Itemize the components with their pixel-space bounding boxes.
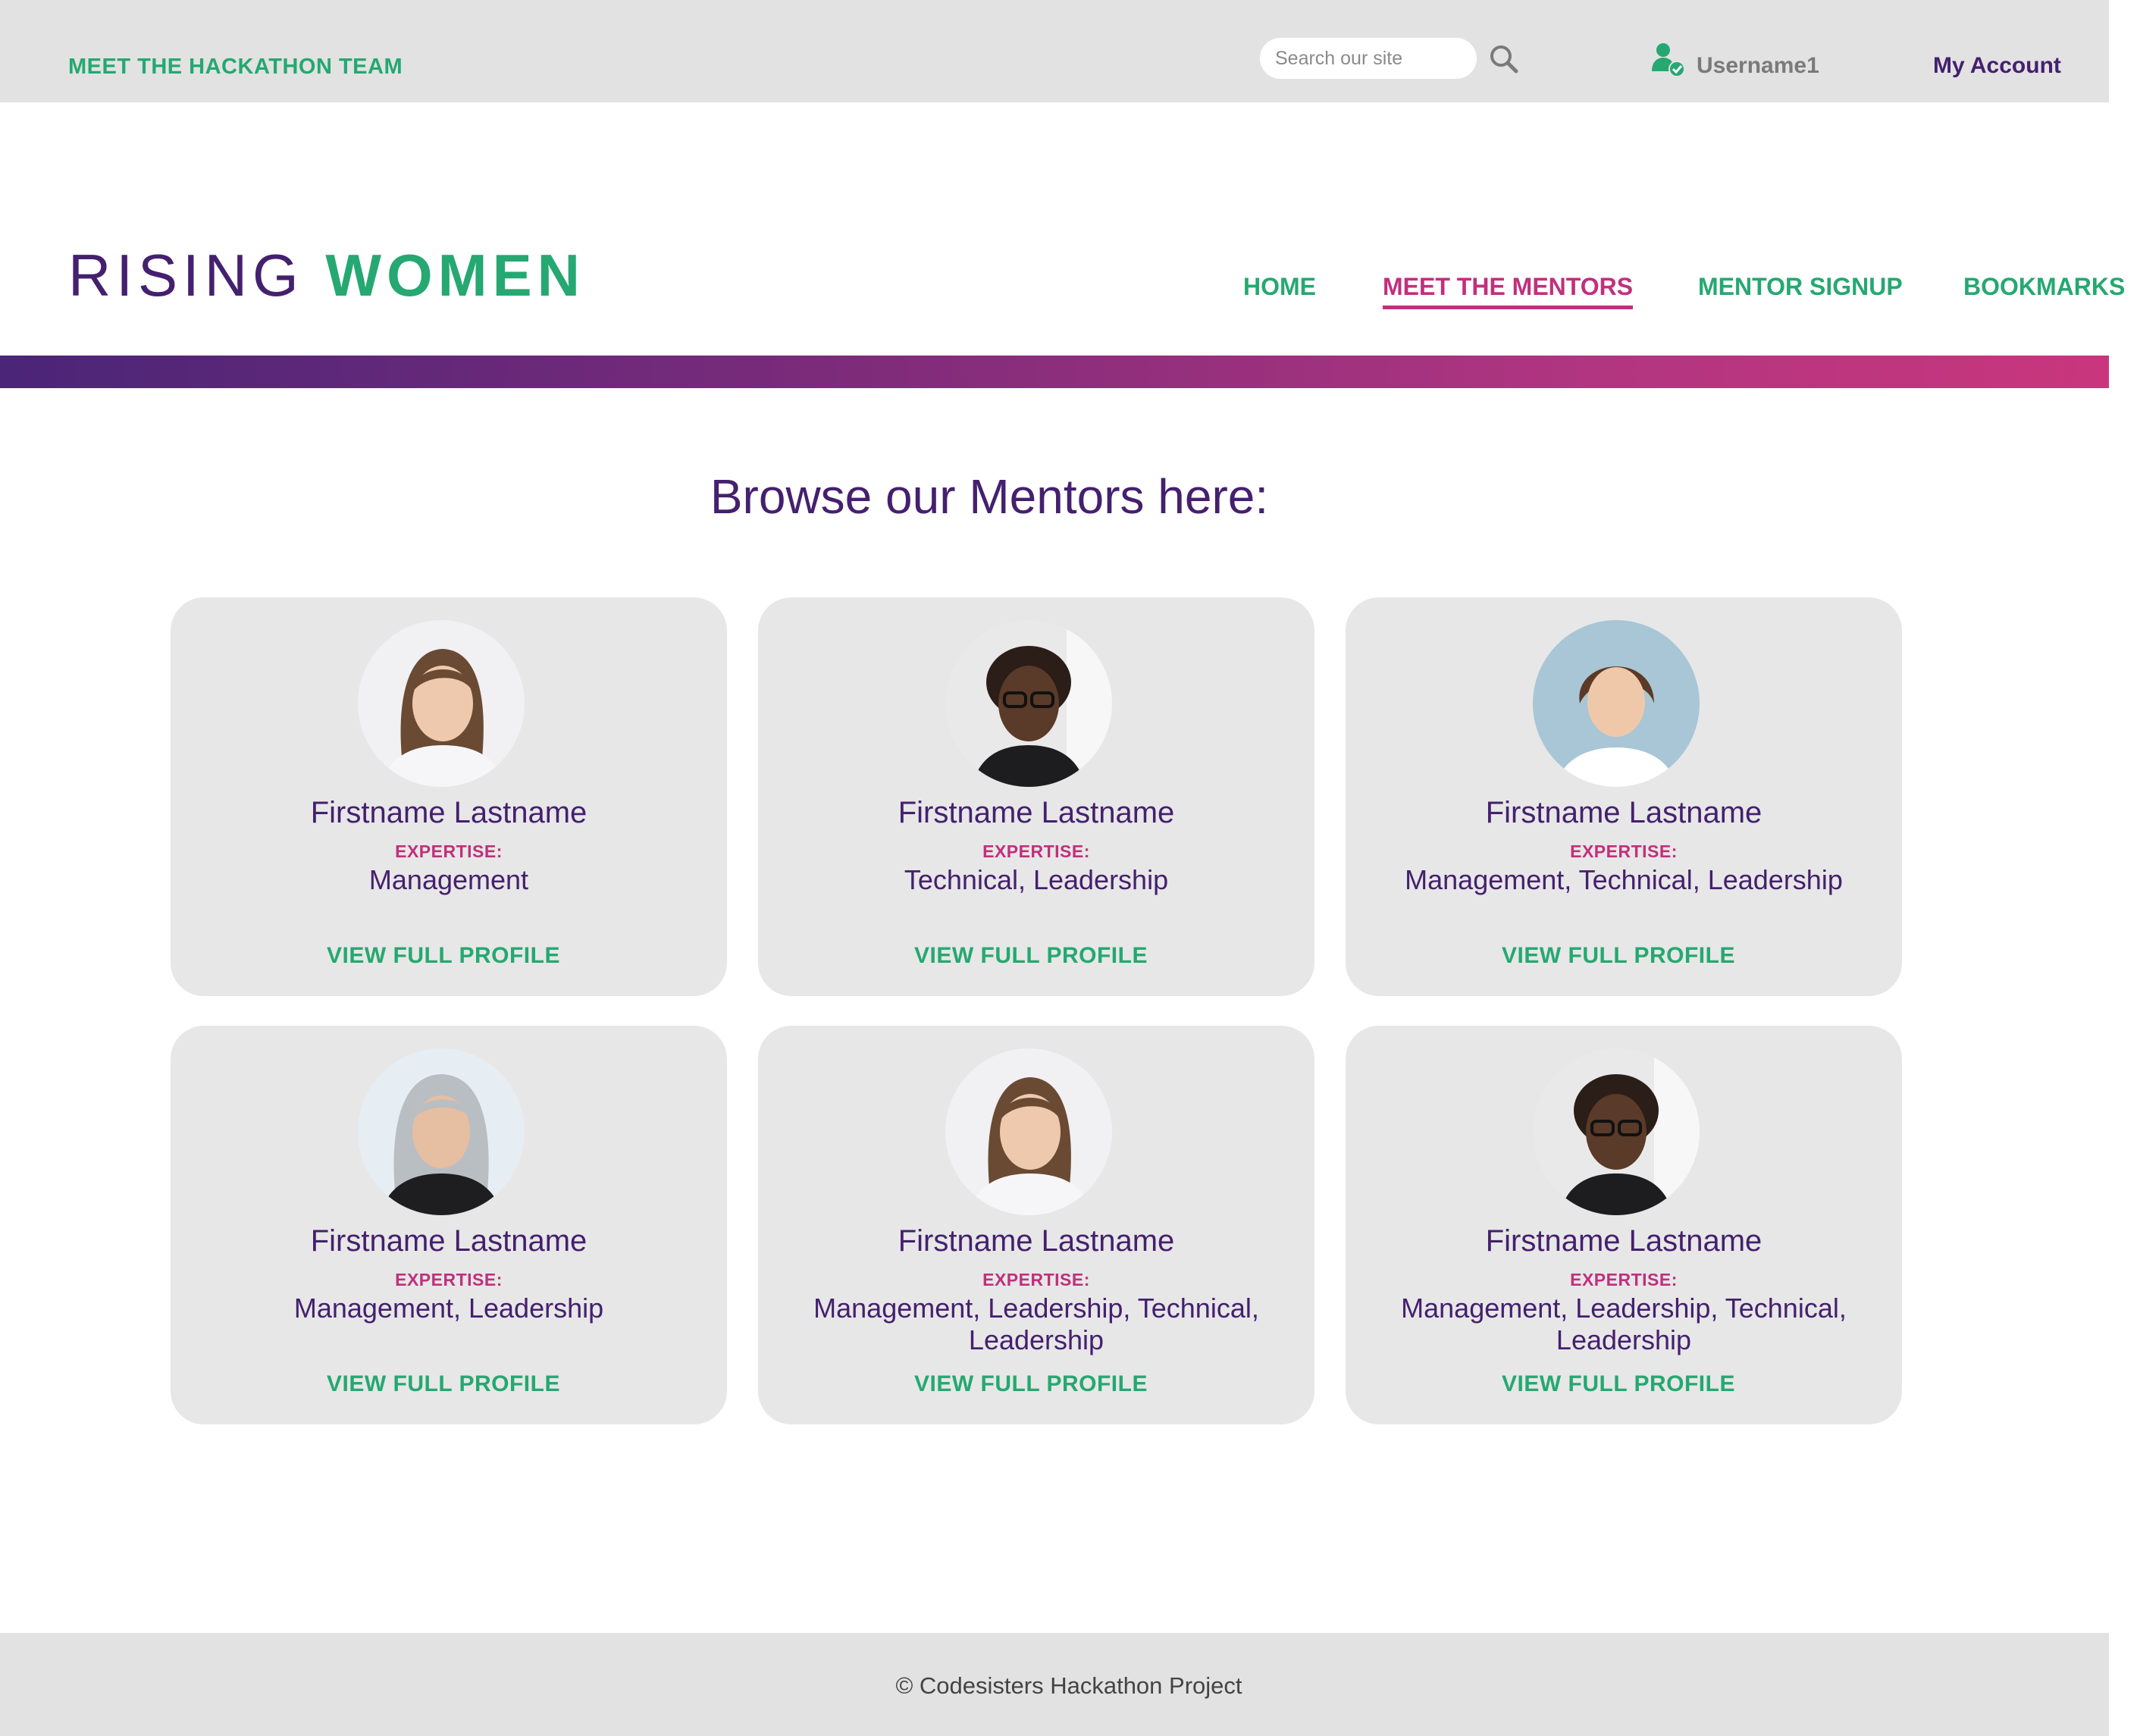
nav-meet-the-mentors[interactable]: MEET THE MENTORS <box>1383 273 1634 309</box>
expertise-label: EXPERTISE: <box>982 1270 1090 1289</box>
mentor-card: Firstname Lastname EXPERTISE: Management… <box>758 1026 1314 1424</box>
expertise-label: EXPERTISE: <box>395 841 503 861</box>
expertise-value: Technical, Leadership <box>904 864 1169 895</box>
expertise-label: EXPERTISE: <box>1570 841 1678 861</box>
mentor-name: Firstname Lastname <box>310 796 587 829</box>
mentor-name: Firstname Lastname <box>898 796 1175 829</box>
expertise-value: Management, Leadership <box>293 1293 604 1324</box>
logo-word-rising: RISING <box>68 242 304 309</box>
search-input[interactable] <box>1260 38 1477 79</box>
mentor-avatar[interactable] <box>1533 1048 1700 1215</box>
nav-bookmarks[interactable]: BOOKMARKS <box>1963 273 2125 301</box>
my-account-link[interactable]: My Account <box>1933 53 2061 79</box>
user-verified-icon <box>1650 41 1687 79</box>
site-logo[interactable]: RISING WOMEN <box>68 241 585 310</box>
mentor-card: Firstname Lastname EXPERTISE: Technical,… <box>758 597 1314 996</box>
mentor-card: Firstname Lastname EXPERTISE: Management… <box>1346 597 1902 996</box>
mentor-card: Firstname Lastname EXPERTISE: Management… <box>171 597 727 996</box>
logo-word-women: WOMEN <box>325 242 585 309</box>
mentor-name: Firstname Lastname <box>1485 796 1762 829</box>
mentor-avatar[interactable] <box>945 1048 1112 1215</box>
mentor-name: Firstname Lastname <box>1485 1224 1762 1258</box>
mentor-avatar[interactable] <box>1533 620 1700 787</box>
view-full-profile-link[interactable]: VIEW FULL PROFILE <box>758 1371 1304 1397</box>
page-heading: Browse our Mentors here: <box>710 469 1269 524</box>
gradient-divider <box>0 356 2109 388</box>
view-full-profile-link[interactable]: VIEW FULL PROFILE <box>1346 943 1891 969</box>
mentor-avatar[interactable] <box>358 1048 525 1215</box>
meet-hackathon-team-link[interactable]: MEET THE HACKATHON TEAM <box>68 55 403 80</box>
nav-home[interactable]: HOME <box>1243 273 1316 301</box>
mentor-name: Firstname Lastname <box>898 1224 1175 1258</box>
expertise-label: EXPERTISE: <box>395 1270 503 1289</box>
mentor-name: Firstname Lastname <box>310 1224 587 1258</box>
view-full-profile-link[interactable]: VIEW FULL PROFILE <box>758 943 1304 969</box>
expertise-value: Management <box>368 864 529 895</box>
expertise-label: EXPERTISE: <box>1570 1270 1678 1289</box>
nav-mentor-signup[interactable]: MENTOR SIGNUP <box>1698 273 1903 301</box>
view-full-profile-link[interactable]: VIEW FULL PROFILE <box>171 943 716 969</box>
mentor-avatar[interactable] <box>358 620 525 787</box>
expertise-value: Management, Leadership, Technical, Leade… <box>813 1293 1259 1355</box>
expertise-value: Management, Leadership, Technical, Leade… <box>1401 1293 1847 1355</box>
mentor-card: Firstname Lastname EXPERTISE: Management… <box>1346 1026 1902 1424</box>
mentor-avatar[interactable] <box>945 620 1112 787</box>
top-utility-bar: MEET THE HACKATHON TEAM Username1 My Acc… <box>0 0 2109 102</box>
mentor-card: Firstname Lastname EXPERTISE: Management… <box>171 1026 727 1424</box>
username-label[interactable]: Username1 <box>1697 53 1819 79</box>
view-full-profile-link[interactable]: VIEW FULL PROFILE <box>171 1371 716 1397</box>
site-footer: © Codesisters Hackathon Project <box>0 1633 2109 1736</box>
footer-copyright: © Codesisters Hackathon Project <box>895 1672 1242 1699</box>
view-full-profile-link[interactable]: VIEW FULL PROFILE <box>1346 1371 1891 1397</box>
search-icon[interactable] <box>1487 42 1521 76</box>
expertise-label: EXPERTISE: <box>982 841 1090 861</box>
expertise-value: Management, Technical, Leadership <box>1405 864 1843 895</box>
